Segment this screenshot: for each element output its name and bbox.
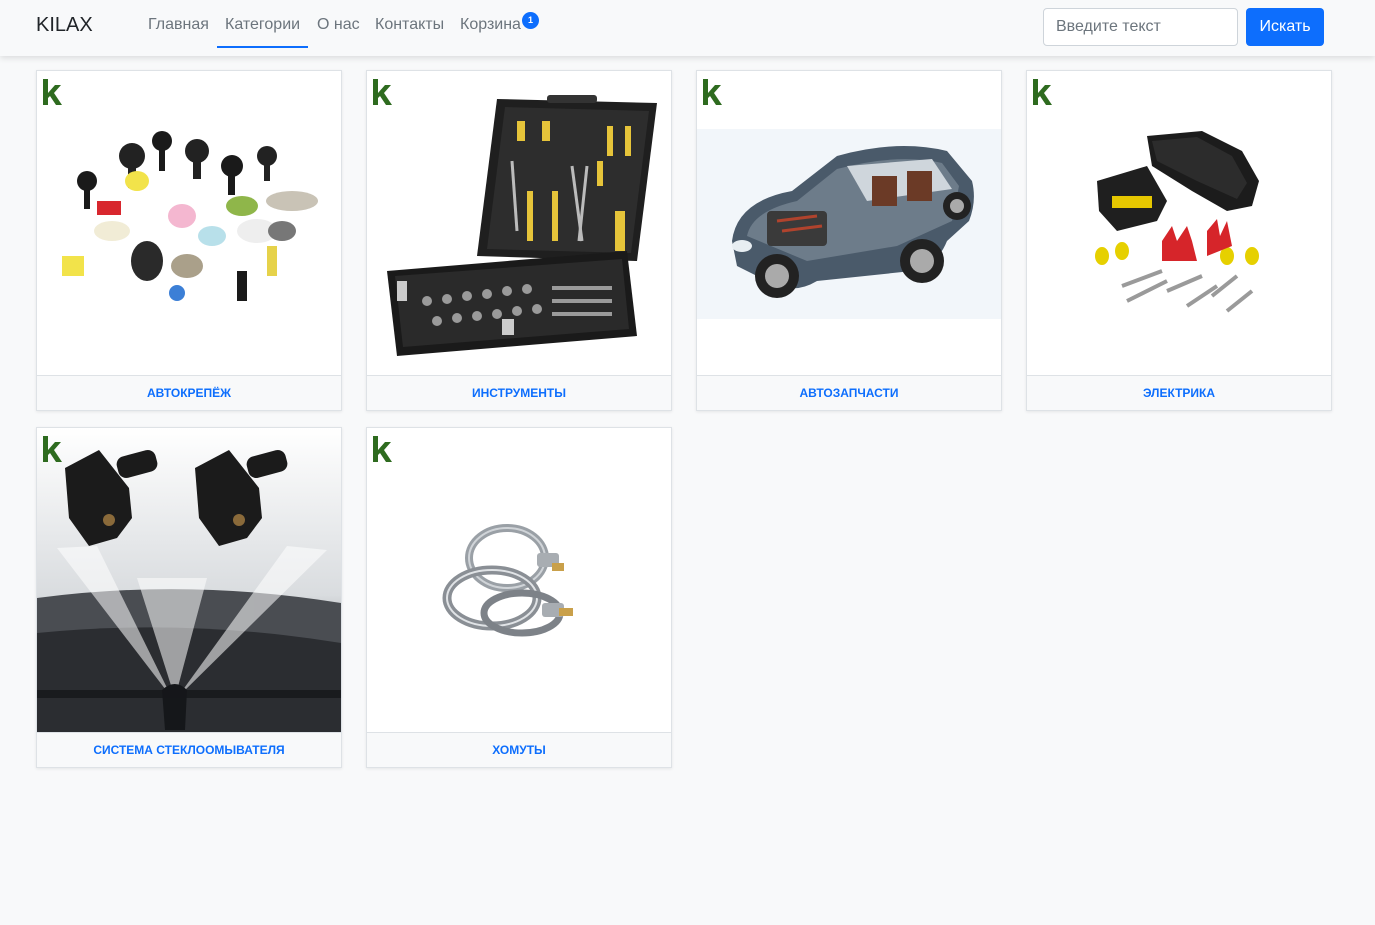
category-card[interactable]: СИСТЕМА СТЕКЛООМЫВАТЕЛЯ [36, 427, 342, 768]
category-card[interactable]: ХОМУТЫ [366, 427, 672, 768]
plastic-clips-icon [43, 79, 318, 301]
navbar: KILAX Главная Категории О нас Контакты К… [0, 0, 1375, 56]
category-label[interactable]: ИНСТРУМЕНТЫ [367, 375, 671, 410]
category-image[interactable] [1027, 71, 1331, 375]
category-image[interactable] [367, 71, 671, 375]
category-label[interactable]: ЭЛЕКТРИКА [1027, 375, 1331, 410]
category-image[interactable] [697, 71, 1001, 375]
hose-clamps-icon [373, 436, 573, 637]
category-card[interactable]: АВТОЗАПЧАСТИ [696, 70, 1002, 411]
washer-nozzles-icon [37, 428, 341, 732]
search-input[interactable] [1043, 8, 1238, 46]
category-card[interactable]: ИНСТРУМЕНТЫ [366, 70, 672, 411]
nav-categories[interactable]: Категории [217, 16, 309, 48]
cart-count-badge: 1 [522, 12, 539, 29]
nav-cart[interactable]: Корзина [460, 16, 521, 48]
tool-case-icon [373, 79, 657, 356]
category-label[interactable]: АВТОЗАПЧАСТИ [697, 375, 1001, 410]
category-image[interactable] [367, 428, 671, 732]
nav-about[interactable]: О нас [317, 16, 360, 48]
car-cutaway-icon [697, 79, 1001, 319]
category-image[interactable] [37, 428, 341, 732]
category-image[interactable] [37, 71, 341, 375]
search-button[interactable]: Искать [1246, 8, 1324, 46]
category-label[interactable]: СИСТЕМА СТЕКЛООМЫВАТЕЛЯ [37, 732, 341, 767]
nav-home[interactable]: Главная [148, 16, 209, 48]
category-card[interactable]: ЭЛЕКТРИКА [1026, 70, 1332, 411]
category-label[interactable]: ХОМУТЫ [367, 732, 671, 767]
brand-logo[interactable]: KILAX [36, 14, 93, 37]
nav-contacts[interactable]: Контакты [375, 16, 444, 48]
category-card[interactable]: АВТОКРЕПЁЖ [36, 70, 342, 411]
connector-kit-icon [1033, 79, 1259, 313]
category-label[interactable]: АВТОКРЕПЁЖ [37, 375, 341, 410]
